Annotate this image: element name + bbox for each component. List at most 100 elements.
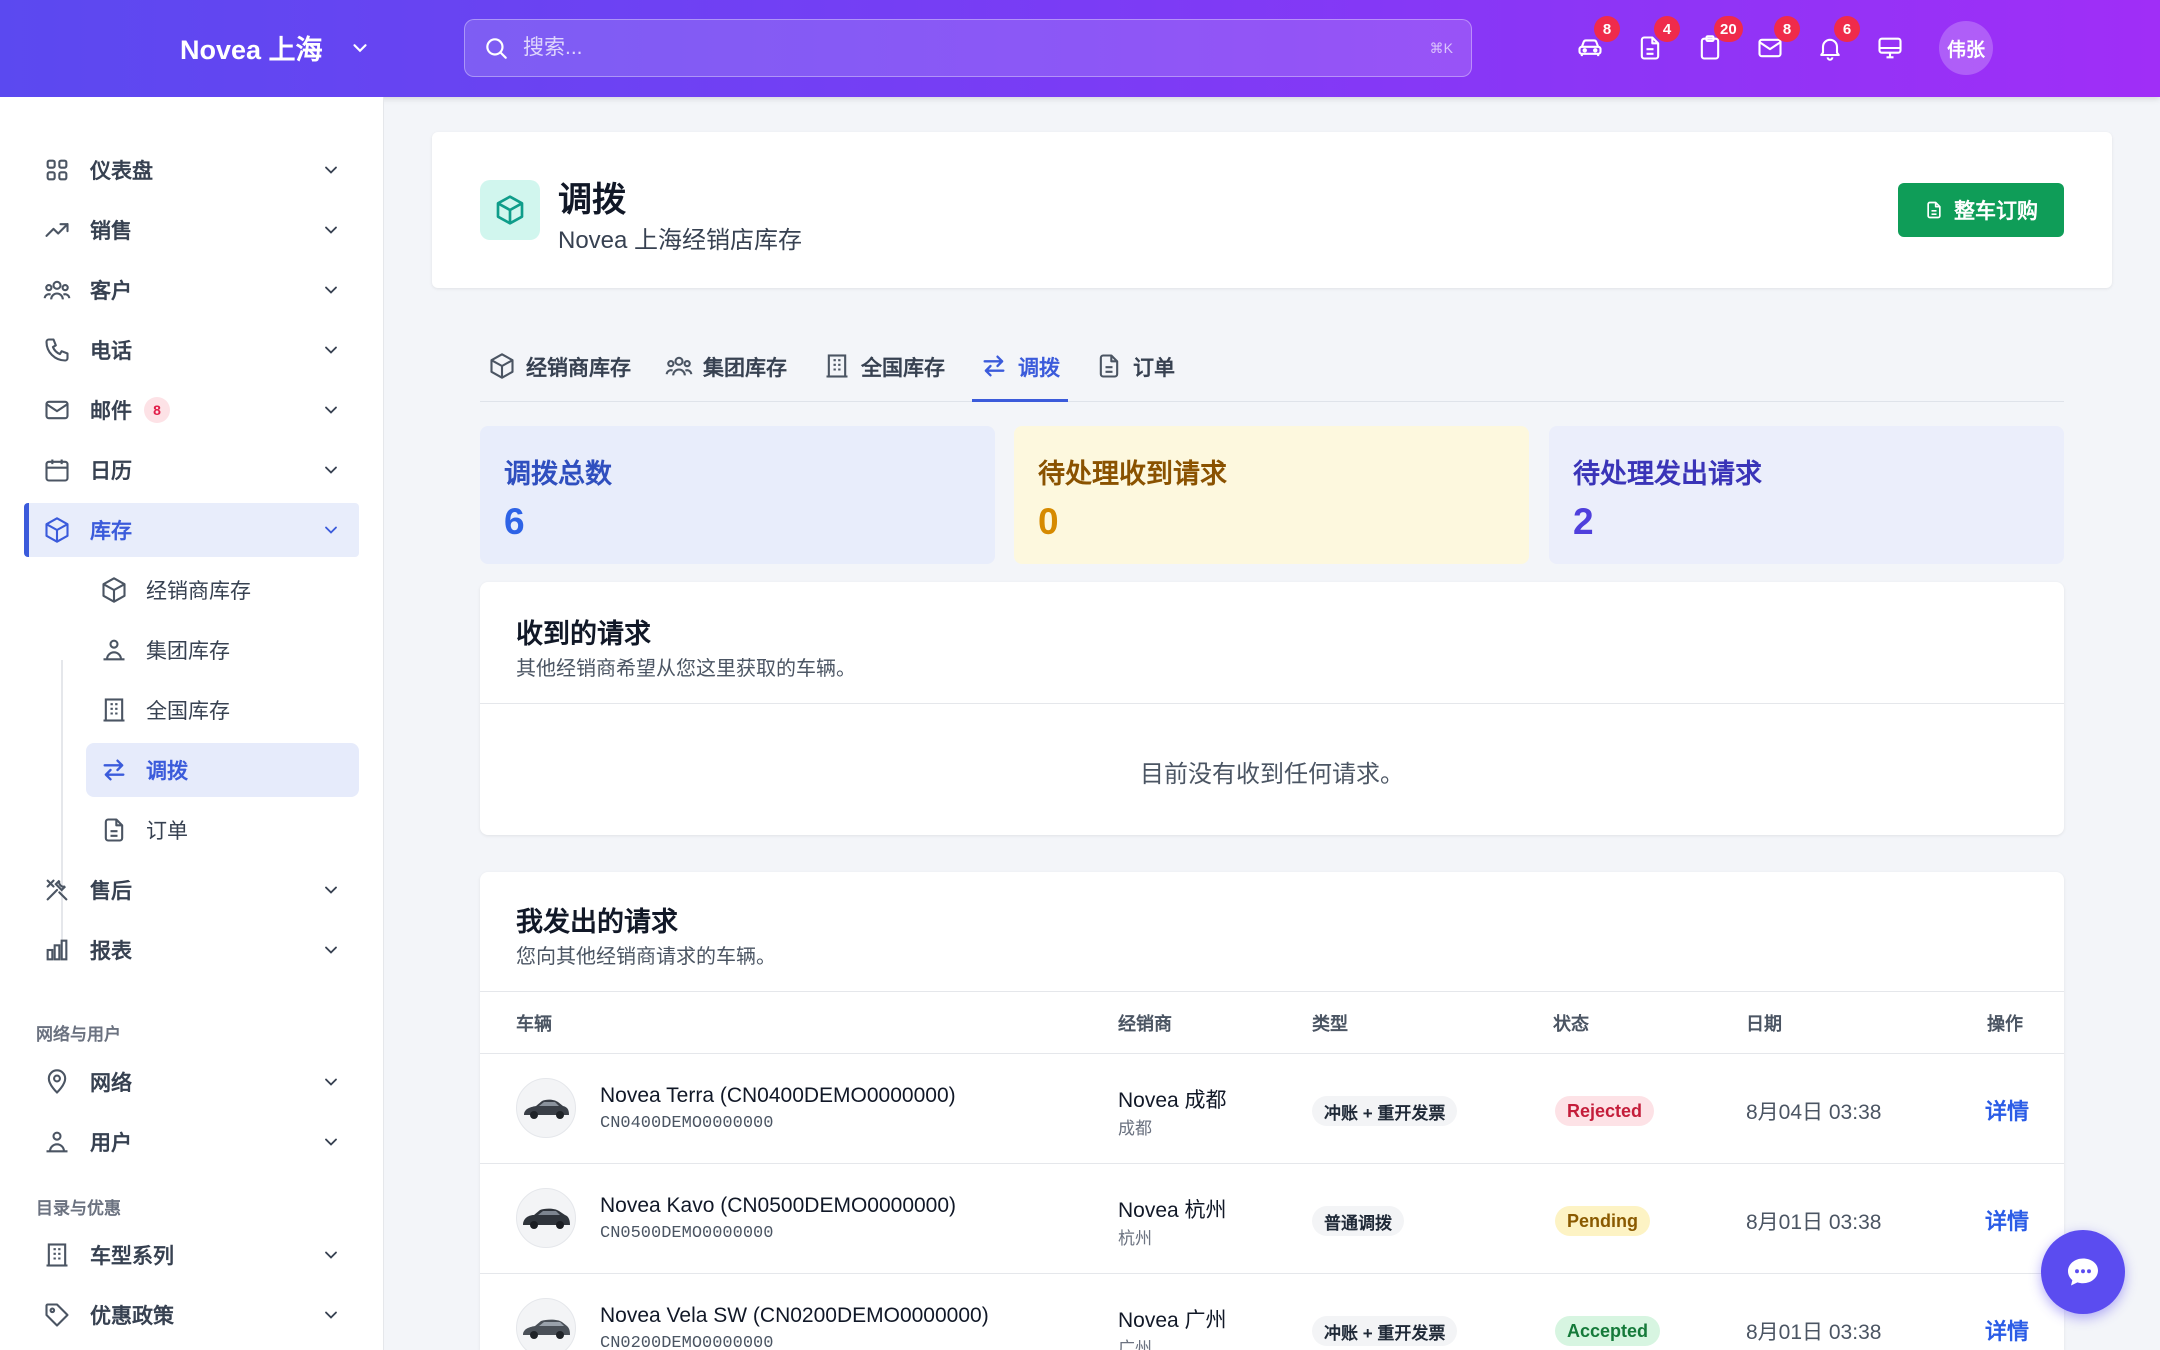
empty-state-text: 目前没有收到任何请求。 [1140, 761, 1404, 788]
notifications-button[interactable]: 6 [1800, 16, 1860, 74]
sidebar-item-customers[interactable]: 客户 [24, 263, 359, 317]
chevron-down-icon [325, 286, 337, 294]
status-badge: Pending [1555, 1206, 1650, 1236]
box-icon [102, 577, 126, 603]
vehicle-order-button[interactable]: 整车订购 [1898, 183, 2064, 237]
grid-icon [46, 159, 68, 181]
request-date: 8月04日 03:38 [1746, 1101, 1882, 1124]
network-users-icon [103, 639, 125, 661]
car-image-icon [523, 1319, 570, 1339]
sidebar-subitem-label: 全国库存 [146, 700, 230, 723]
sidebar-item-inventory[interactable]: 库存 [24, 503, 359, 557]
documents-button[interactable]: 4 [1620, 16, 1680, 74]
sidebar-item-aftersales[interactable]: 售后 [24, 863, 359, 917]
chevron-down-icon [325, 1251, 337, 1259]
tab-orders[interactable]: 订单 [1095, 352, 1175, 402]
card-title: 我发出的请求 [516, 907, 678, 937]
sidebar-item-models[interactable]: 车型系列 [24, 1228, 359, 1282]
vehicle-name: Novea Terra (CN0400DEMO0000000) [600, 1084, 956, 1107]
tab-label: 经销商库存 [526, 357, 631, 380]
sidebar-item-network[interactable]: 网络 [24, 1055, 359, 1109]
sidebar-item-label: 客户 [90, 280, 132, 303]
sidebar-item-offers[interactable]: 优惠政策 [24, 1288, 359, 1342]
sidebar-item-mail[interactable]: 邮件 8 [24, 383, 359, 437]
search-input[interactable] [523, 36, 1430, 60]
tab-transfer[interactable]: 调拨 [972, 352, 1068, 402]
section-header-network-users: 网络与用户 [36, 1025, 121, 1044]
vehicle-thumbnail [516, 1298, 576, 1350]
bell-badge: 6 [1834, 16, 1860, 42]
vehicle-thumbnail [516, 1188, 576, 1248]
sidebar-item-phone[interactable]: 电话 [24, 323, 359, 377]
tag-icon [45, 1303, 69, 1327]
chevron-down-icon [325, 1078, 337, 1086]
mail-badge: 8 [1774, 16, 1800, 42]
column-header-dealer: 经销商 [1118, 1014, 1172, 1034]
column-header-action: 操作 [1987, 1014, 2023, 1034]
stat-value: 0 [1038, 501, 1059, 542]
building-icon [826, 354, 848, 378]
page-subtitle: Novea 上海经销店库存 [558, 227, 803, 254]
table-row: Novea Vela SW (CN0200DEMO0000000) CN0200… [480, 1273, 2064, 1350]
chevron-down-icon [325, 1311, 337, 1319]
vehicle-vin: CN0400DEMO0000000 [600, 1114, 774, 1133]
user-icon [46, 1131, 68, 1153]
sidebar-subitem-dealer-stock[interactable]: 经销商库存 [86, 563, 359, 617]
stat-label: 待处理发出请求 [1573, 459, 1762, 489]
tab-label: 集团库存 [703, 357, 787, 380]
sidebar-subitem-national-stock[interactable]: 全国库存 [86, 683, 359, 737]
tasks-button[interactable]: 20 [1680, 16, 1743, 74]
stat-label: 调拨总数 [504, 459, 612, 489]
request-date: 8月01日 03:38 [1746, 1211, 1882, 1234]
dealer-name: Novea 广州 [1118, 1309, 1227, 1332]
sidebar-subitem-group-stock[interactable]: 集团库存 [86, 623, 359, 677]
details-link[interactable]: 详情 [1985, 1094, 2029, 1126]
vehicles-button[interactable]: 8 [1560, 16, 1620, 74]
sidebar-subitem-transfer[interactable]: 调拨 [86, 743, 359, 797]
sidebar-item-label: 用户 [90, 1132, 132, 1155]
document-badge: 4 [1654, 16, 1680, 42]
box-icon [496, 195, 524, 225]
sidebar-item-reports[interactable]: 报表 [24, 923, 359, 977]
vehicle-order-label: 整车订购 [1954, 200, 2038, 223]
mail-button[interactable]: 8 [1740, 16, 1800, 74]
transfer-type-badge: 普通调拨 [1312, 1206, 1404, 1236]
tab-group-stock[interactable]: 集团库存 [665, 352, 787, 402]
sidebar-item-sales[interactable]: 销售 [24, 203, 359, 257]
tab-national-stock[interactable]: 全国库存 [823, 352, 945, 402]
sidebar-item-label: 销售 [90, 220, 132, 243]
sidebar-subitem-label: 订单 [146, 820, 188, 843]
tab-label: 调拨 [1018, 357, 1060, 380]
column-header-vehicle: 车辆 [516, 1014, 552, 1034]
sidebar-item-dashboard[interactable]: 仪表盘 [24, 143, 359, 197]
chat-button[interactable] [2041, 1230, 2125, 1314]
users-icon [665, 356, 693, 376]
building-icon [103, 698, 125, 722]
car-image-icon [524, 1099, 569, 1119]
sidebar-item-label: 库存 [90, 520, 132, 543]
sidebar-item-calendar[interactable]: 日历 [24, 443, 359, 497]
details-link[interactable]: 详情 [1985, 1314, 2029, 1346]
chevron-down-icon [325, 526, 337, 534]
search-bar[interactable]: ⌘K [464, 19, 1472, 77]
dealer-switcher[interactable]: Novea 上海 [180, 28, 371, 67]
tab-dealer-stock[interactable]: 经销商库存 [488, 352, 631, 402]
user-avatar[interactable]: 伟张 [1939, 21, 1993, 75]
building-icon [46, 1243, 68, 1267]
mail-icon [45, 400, 69, 420]
trending-up-icon [45, 223, 69, 237]
display-button[interactable] [1860, 22, 1920, 74]
sidebar-subitem-label: 集团库存 [146, 640, 230, 663]
calendar-icon [45, 459, 69, 482]
search-shortcut: ⌘K [1429, 39, 1453, 56]
dealer-city: 广州 [1118, 1339, 1152, 1350]
details-link[interactable]: 详情 [1985, 1204, 2029, 1236]
vehicle-vin: CN0200DEMO0000000 [600, 1334, 774, 1350]
chevron-down-icon [325, 166, 337, 174]
sidebar-subitem-orders[interactable]: 订单 [86, 803, 359, 857]
sidebar: 仪表盘 销售 客户 电话 邮件 8 日历 库存 经销商库存 集团库存 全国库存 … [0, 97, 384, 1350]
card-subtitle: 其他经销商希望从您这里获取的车辆。 [516, 658, 856, 680]
bar-chart-icon [46, 939, 68, 961]
transfer-type-badge: 冲账 + 重开发票 [1312, 1316, 1458, 1346]
sidebar-item-users[interactable]: 用户 [24, 1115, 359, 1169]
